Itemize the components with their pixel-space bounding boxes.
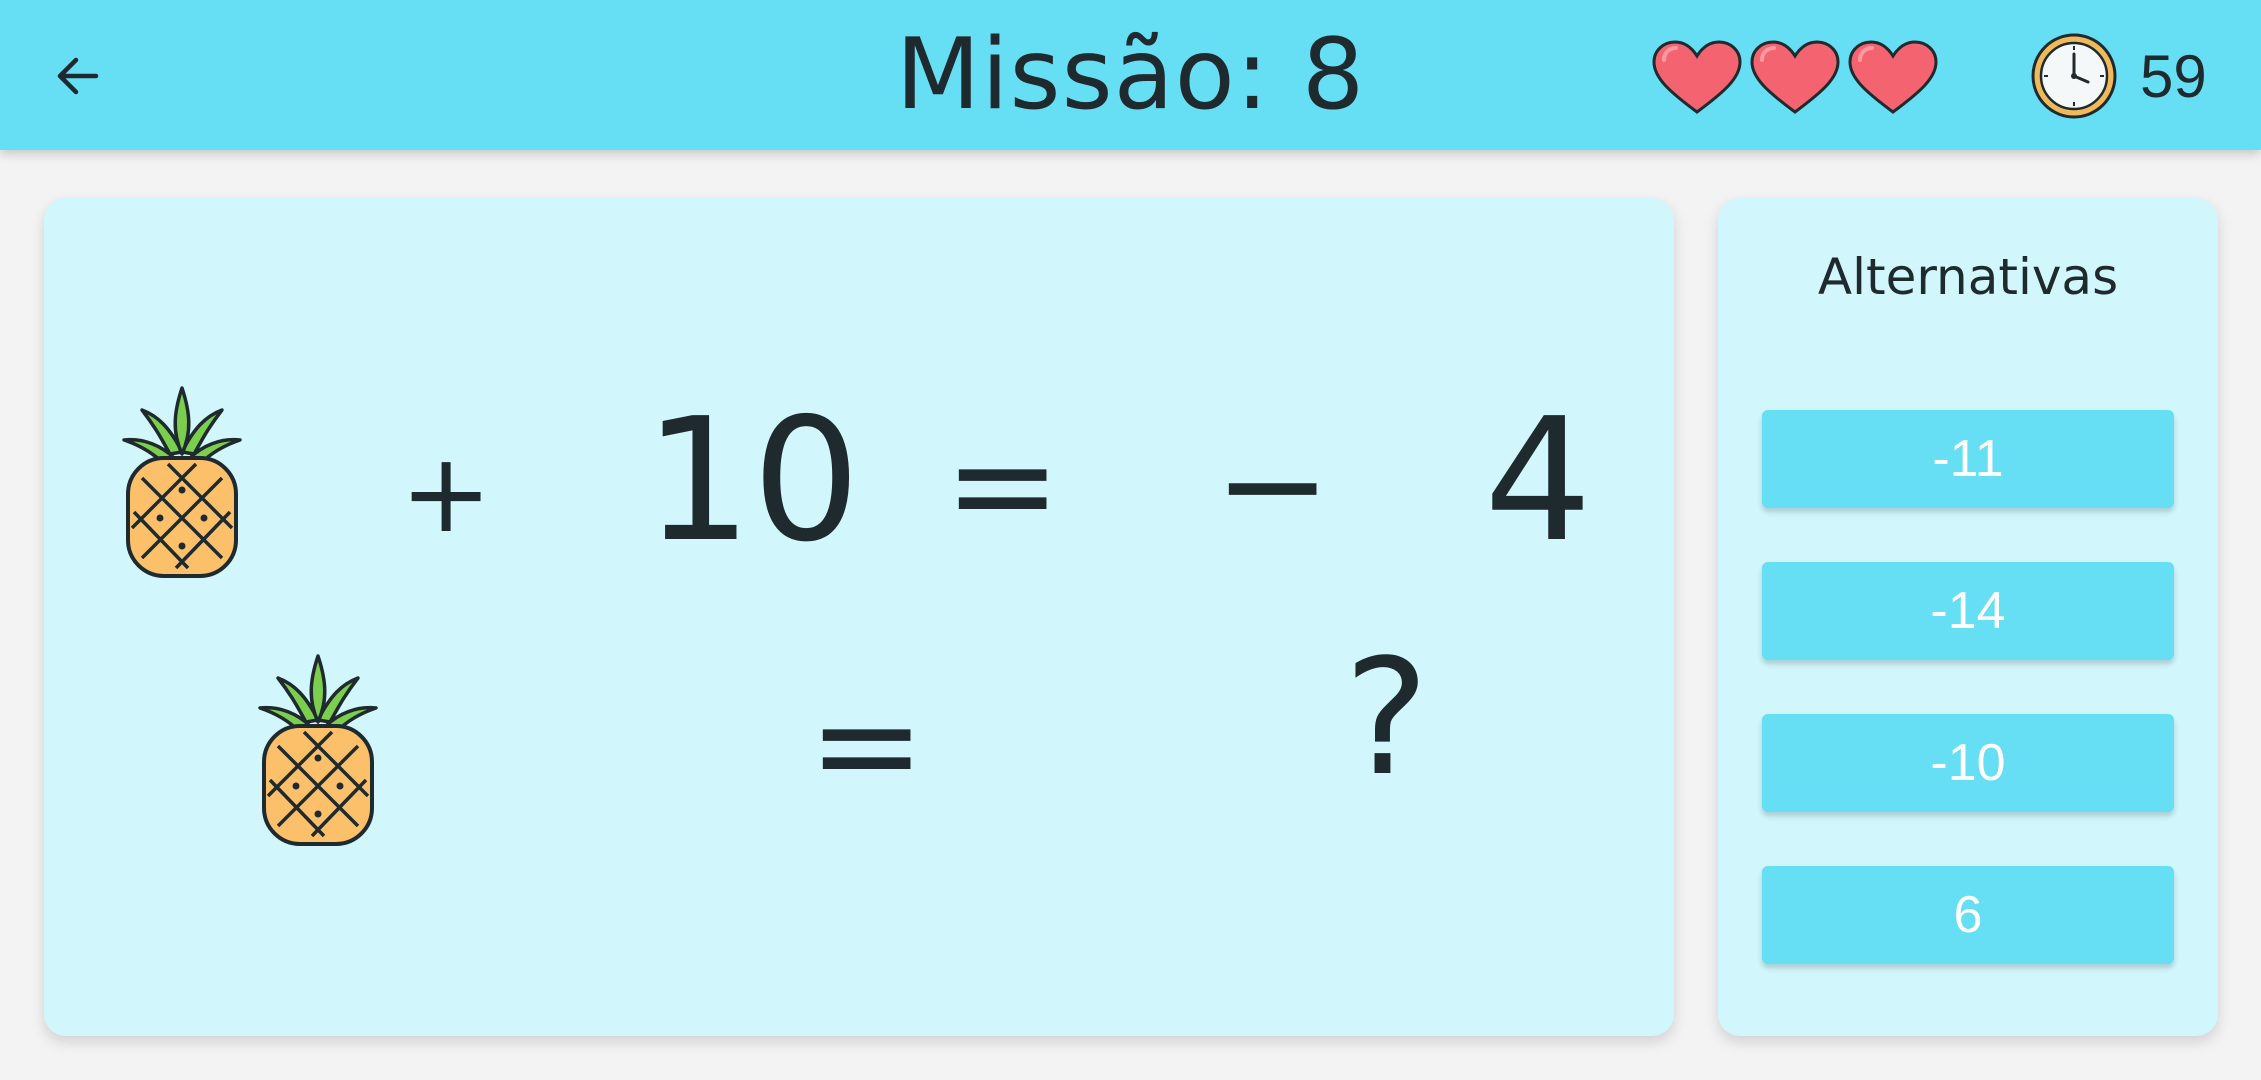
operator-plus: + [400,429,493,557]
mission-number: 8 [1301,18,1366,132]
equals-sign: = [944,404,1062,567]
heart-icon [1652,40,1742,114]
timer-value: 59 [2140,42,2207,110]
mission-label: Missão: [895,18,1270,132]
answer-option[interactable]: -10 [1762,714,2174,812]
game-screen: Missão: 8 59 + 10 = − 4 = ? Alternativas… [0,0,2261,1080]
answers-title: Alternativas [1817,248,2119,306]
timer: 59 [2030,32,2207,120]
result-sign: − [1214,404,1332,567]
arrow-left-icon [57,57,99,95]
lives-indicator [1650,38,1940,116]
pineapple-icon [122,386,242,578]
answer-option[interactable]: -14 [1762,562,2174,660]
heart-icon [1750,40,1840,114]
unknown-mark: ? [1344,624,1429,811]
pineapple-icon [258,654,378,846]
answers-panel: Alternativas -11 -14 -10 6 [1718,198,2218,1036]
top-bar: Missão: 8 59 [0,0,2261,150]
heart-icon [1848,40,1938,114]
equals-sign: = [808,664,926,827]
result-value: 4 [1484,382,1593,580]
answer-option[interactable]: -11 [1762,410,2174,508]
back-button[interactable] [40,38,116,114]
clock-icon [2031,33,2117,119]
equation-board: + 10 = − 4 = ? [44,198,1674,1036]
operand-value: 10 [644,382,861,580]
answer-option[interactable]: 6 [1762,866,2174,964]
